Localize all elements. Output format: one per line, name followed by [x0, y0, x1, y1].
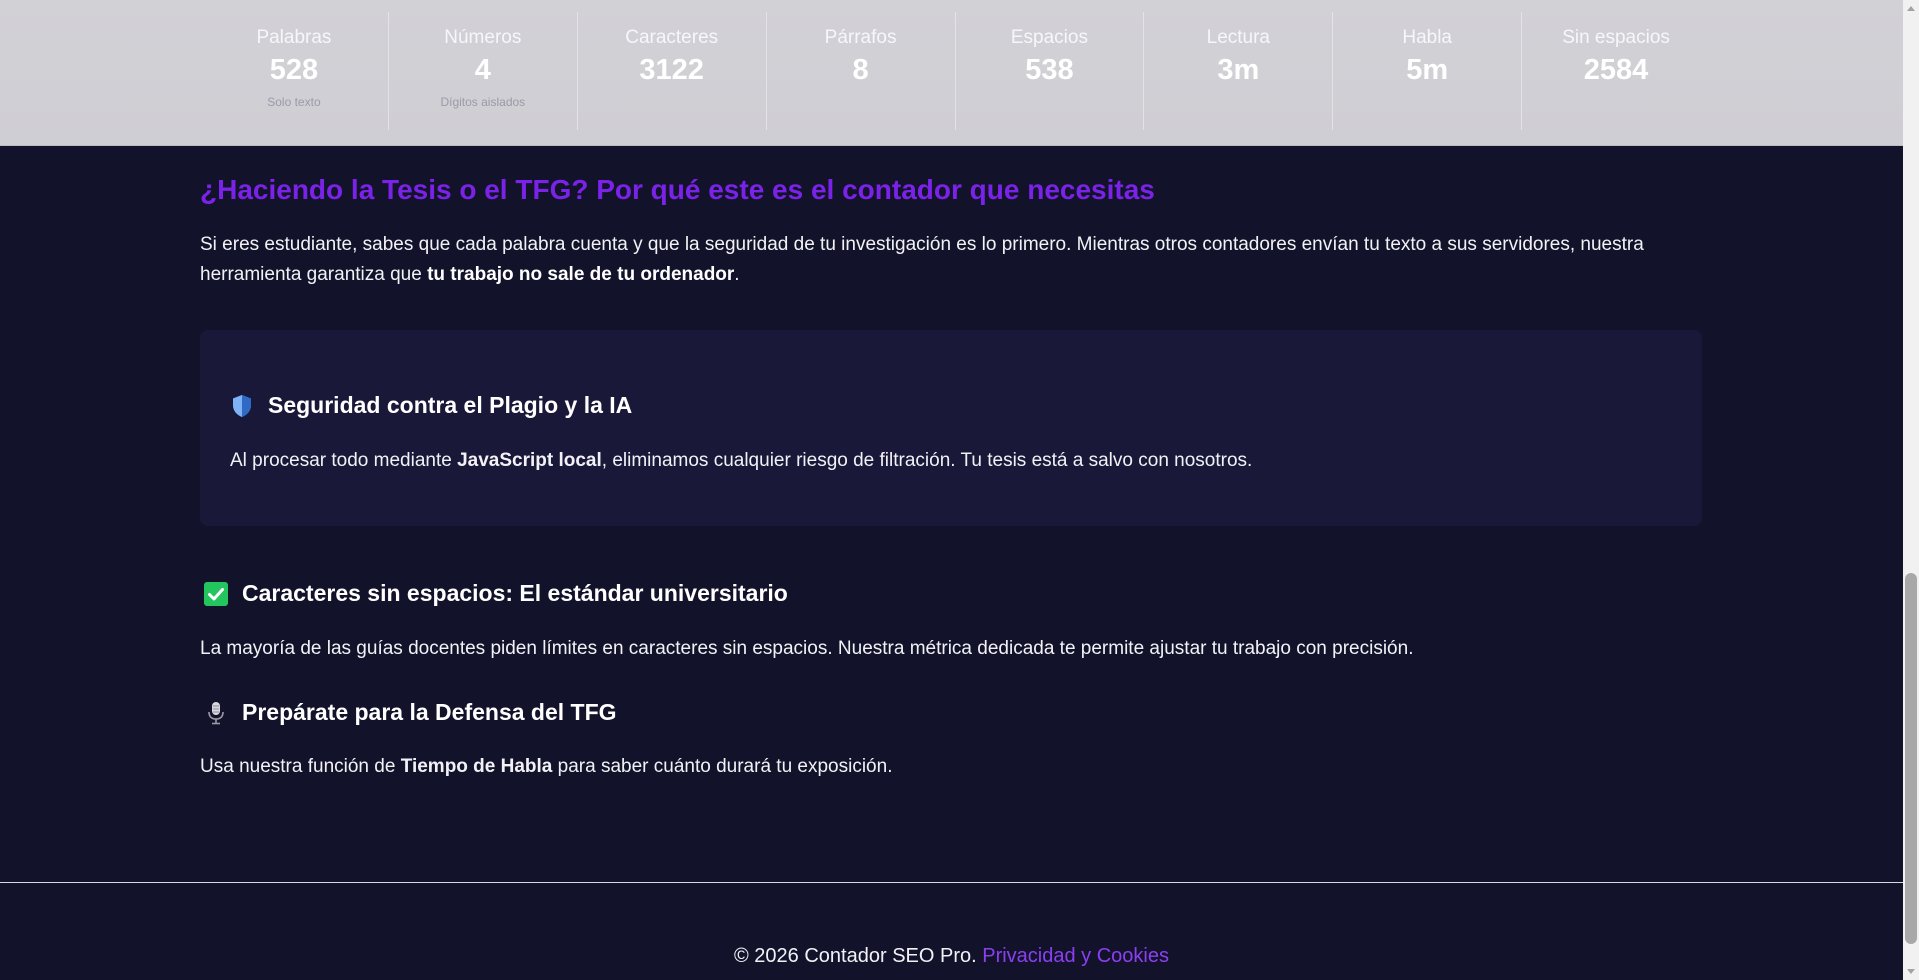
vertical-scrollbar[interactable]	[1903, 0, 1919, 980]
stat-no-spaces: Sin espacios 2584	[1522, 12, 1710, 130]
section-heading-characters: Caracteres sin espacios: El estándar uni…	[204, 580, 788, 607]
stat-value: 4	[474, 54, 491, 86]
stat-label: Caracteres	[625, 27, 719, 48]
stat-value: 538	[1025, 54, 1074, 86]
scroll-down-arrow-icon[interactable]	[1907, 969, 1915, 974]
stat-note: Solo texto	[267, 95, 321, 109]
section-text-defense: Usa nuestra función de Tiempo de Habla p…	[200, 756, 892, 778]
card-title: Seguridad contra el Plagio y la IA	[268, 392, 633, 418]
page: Palabras 528 Solo texto Números 4 Dígito…	[0, 0, 1903, 980]
intro-paragraph: Si eres estudiante, sabes que cada palab…	[200, 230, 1702, 290]
intro-bold: tu trabajo no sale de tu ordenador	[427, 264, 735, 285]
stat-spaces: Espacios 538	[956, 12, 1145, 130]
stat-reading-time: Lectura 3m	[1144, 12, 1334, 130]
stat-value: 2584	[1583, 54, 1649, 86]
stat-value: 5m	[1406, 54, 1449, 86]
stat-value: 8	[852, 54, 869, 86]
stat-value: 3122	[639, 54, 704, 86]
stats-row: Palabras 528 Solo texto Números 4 Dígito…	[200, 12, 1710, 130]
article-title: ¿Haciendo la Tesis o el TFG? Por qué est…	[200, 174, 1155, 205]
stat-label: Palabras	[256, 27, 332, 48]
stat-value: 528	[269, 54, 319, 86]
scrollbar-thumb[interactable]	[1905, 573, 1917, 944]
stat-value: 3m	[1217, 54, 1260, 86]
stat-label: Números	[444, 27, 522, 48]
footer-divider	[0, 882, 1903, 883]
section-text-characters: La mayoría de las guías docentes piden l…	[200, 638, 1414, 659]
card-heading: Seguridad contra el Plagio y la IA	[230, 392, 632, 419]
stat-note: Dígitos aislados	[440, 95, 526, 109]
stat-numbers: Números 4 Dígitos aislados	[389, 12, 578, 130]
copyright-text: © 2026 Contador SEO Pro.	[734, 945, 977, 967]
privacy-cookies-link[interactable]: Privacidad y Cookies	[982, 945, 1169, 967]
section-text-end: para saber cuánto durará tu exposición.	[552, 756, 893, 777]
stats-bar: Palabras 528 Solo texto Números 4 Dígito…	[0, 0, 1903, 146]
card-text-end: , eliminamos cualquier riesgo de filtrac…	[601, 450, 1253, 471]
stat-label: Habla	[1402, 27, 1453, 48]
security-card: Seguridad contra el Plagio y la IA Al pr…	[200, 330, 1702, 526]
stat-label: Espacios	[1010, 27, 1088, 48]
scroll-up-arrow-icon[interactable]	[1907, 6, 1915, 11]
stat-characters: Caracteres 3122	[578, 12, 767, 130]
section-text-bold: Tiempo de Habla	[400, 756, 553, 777]
stat-speaking-time: Habla 5m	[1333, 12, 1523, 130]
article: ¿Haciendo la Tesis o el TFG? Por qué est…	[200, 168, 1702, 777]
card-text: Al procesar todo mediante JavaScript loc…	[230, 450, 1252, 472]
stat-label: Lectura	[1206, 27, 1270, 48]
stat-paragraphs: Párrafos 8	[767, 12, 956, 130]
card-text-bold: JavaScript local	[457, 450, 602, 471]
intro-text: Si eres estudiante, sabes que cada palab…	[200, 234, 1644, 285]
section-title: Caracteres sin espacios: El estándar uni…	[242, 580, 788, 606]
section-title: Prepárate para la Defensa del TFG	[242, 699, 617, 725]
stat-label: Sin espacios	[1562, 27, 1670, 48]
check-mark-icon	[204, 581, 228, 606]
intro-end: .	[734, 264, 740, 285]
shield-icon	[230, 394, 254, 418]
section-text-start: Usa nuestra función de	[200, 756, 401, 777]
section-heading-defense: Prepárate para la Defensa del TFG	[204, 699, 617, 726]
stat-label: Párrafos	[824, 27, 897, 48]
stat-words: Palabras 528 Solo texto	[200, 12, 389, 130]
footer: © 2026 Contador SEO Pro. Privacidad y Co…	[0, 945, 1903, 968]
card-text-start: Al procesar todo mediante	[230, 450, 458, 471]
microphone-icon	[204, 701, 228, 725]
